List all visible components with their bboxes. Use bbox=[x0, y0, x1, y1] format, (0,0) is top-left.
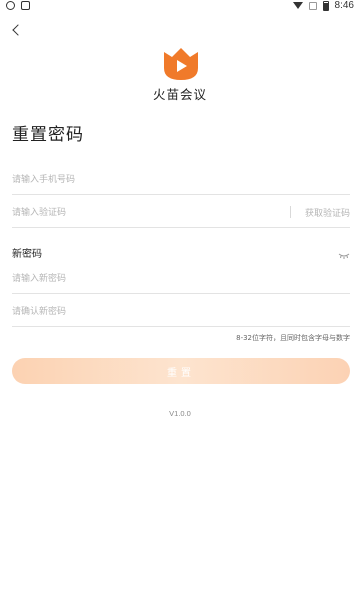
status-time: 8:46 bbox=[334, 0, 354, 11]
code-divider bbox=[290, 206, 291, 218]
status-left-icons bbox=[6, 1, 30, 10]
signal-icon bbox=[308, 1, 317, 10]
verification-code-field: 获取验证码 bbox=[12, 198, 350, 228]
app-name: 火苗会议 bbox=[152, 87, 207, 102]
page-title: 重置密码 bbox=[12, 125, 84, 145]
get-code-button[interactable]: 获取验证码 bbox=[305, 206, 350, 219]
confirm-password-field bbox=[12, 297, 350, 327]
battery-icon bbox=[322, 0, 329, 11]
flame-play-logo bbox=[164, 48, 198, 80]
wifi-icon bbox=[292, 2, 303, 9]
password-hint: 8-32位字符，且同时包含字母与数字 bbox=[236, 334, 350, 342]
eye-closed-icon[interactable] bbox=[338, 245, 350, 259]
new-password-field bbox=[12, 264, 350, 294]
reset-button[interactable]: 重置 bbox=[12, 358, 350, 384]
app-version: V1.0.0 bbox=[169, 409, 191, 418]
back-button[interactable] bbox=[8, 20, 28, 40]
phone-input[interactable] bbox=[12, 165, 272, 193]
verification-code-input[interactable] bbox=[12, 198, 272, 226]
new-password-input[interactable] bbox=[12, 264, 272, 292]
confirm-password-input[interactable] bbox=[12, 297, 272, 325]
status-right-icons: 8:46 bbox=[292, 0, 354, 11]
phone-field bbox=[12, 165, 350, 195]
image-notification-icon bbox=[21, 1, 30, 10]
app-logo bbox=[160, 46, 202, 82]
messenger-icon bbox=[6, 1, 15, 10]
new-password-label: 新密码 bbox=[12, 249, 42, 260]
back-arrow-icon bbox=[12, 24, 24, 36]
status-bar: 8:46 bbox=[0, 0, 360, 14]
